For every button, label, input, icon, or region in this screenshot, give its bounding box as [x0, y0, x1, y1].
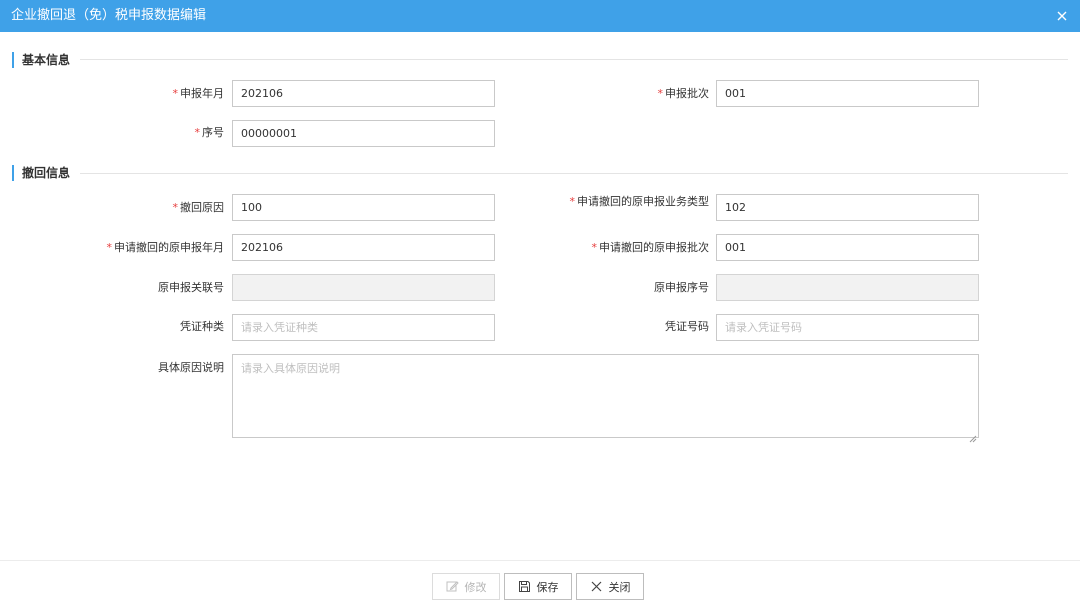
biztype-field[interactable]: [716, 194, 979, 221]
save-label: 保存: [536, 580, 559, 594]
close-button[interactable]: 关闭: [576, 573, 644, 600]
dialog-titlebar: 企业撤回退（免）税申报数据编辑: [0, 0, 1080, 32]
footer-divider: [0, 560, 1080, 561]
section-divider: [80, 59, 1068, 60]
resize-grip-icon[interactable]: [969, 428, 977, 443]
label-voucher-no: 凭证号码: [665, 320, 709, 333]
required-mark: *: [591, 241, 598, 254]
orig-batch-field[interactable]: [716, 234, 979, 261]
month-field[interactable]: [232, 80, 495, 107]
label-voucher-type: 凭证种类: [180, 320, 224, 333]
dialog-title: 企业撤回退（免）税申报数据编辑: [11, 8, 207, 23]
close-icon: [590, 580, 603, 593]
close-icon[interactable]: [1054, 8, 1070, 24]
required-mark: *: [172, 201, 179, 214]
label-detail: 具体原因说明: [158, 361, 224, 374]
label-seq: * 序号: [194, 126, 225, 139]
seq-field[interactable]: [232, 120, 495, 147]
required-mark: *: [172, 87, 179, 100]
batch-field[interactable]: [716, 80, 979, 107]
label-reason: * 撤回原因: [172, 201, 225, 214]
assoc-no-field: [232, 274, 495, 301]
detail-textarea[interactable]: [232, 354, 979, 438]
section-divider: [80, 173, 1068, 174]
edit-button[interactable]: 修改: [432, 573, 500, 600]
label-assoc-no: 原申报关联号: [158, 281, 224, 294]
required-mark: *: [657, 87, 664, 100]
voucher-no-field[interactable]: [716, 314, 979, 341]
required-mark: *: [106, 241, 113, 254]
reason-field[interactable]: [232, 194, 495, 221]
section-title-basic: 基本信息: [12, 52, 70, 68]
close-label: 关闭: [608, 580, 631, 594]
save-button[interactable]: 保存: [504, 573, 572, 600]
label-orig-seq: 原申报序号: [654, 281, 709, 294]
save-icon: [518, 580, 531, 593]
label-orig-month: * 申请撤回的原申报年月: [106, 241, 225, 254]
orig-month-field[interactable]: [232, 234, 495, 261]
voucher-type-field[interactable]: [232, 314, 495, 341]
orig-seq-field: [716, 274, 979, 301]
required-mark: *: [569, 195, 576, 208]
label-batch: * 申报批次: [657, 87, 710, 100]
section-title-withdraw: 撤回信息: [12, 165, 70, 181]
label-orig-batch: * 申请撤回的原申报批次: [591, 241, 710, 254]
label-month: * 申报年月: [172, 87, 225, 100]
edit-icon: [446, 580, 459, 593]
label-biztype: * 申请撤回的原申报业务类型: [569, 195, 710, 208]
edit-label: 修改: [464, 580, 487, 594]
required-mark: *: [194, 126, 201, 139]
